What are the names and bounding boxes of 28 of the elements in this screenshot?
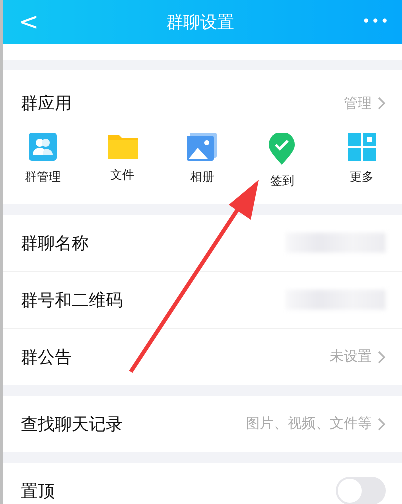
row-value: 未设置 — [330, 348, 372, 366]
chevron-icon — [378, 350, 386, 364]
page-title: 群聊设置 — [166, 12, 235, 34]
app-label[interactable]: 群管理 — [24, 169, 61, 186]
chevron-icon — [378, 97, 386, 110]
settings-row[interactable]: 群公告 未设置 — [3, 329, 402, 385]
settings-row[interactable]: 查找聊天记录 图片、视频、文件等 — [3, 396, 402, 452]
app-label[interactable]: 更多 — [350, 169, 374, 186]
app-label[interactable]: 相册 — [190, 169, 214, 186]
row-label: 群聊名称 — [21, 232, 89, 254]
app-label[interactable]: 签到 — [270, 173, 294, 190]
row-label: 置顶 — [21, 480, 55, 502]
row-value: 图片、视频、文件等 — [246, 415, 372, 433]
row-label: 群号和二维码 — [21, 290, 123, 312]
app-label[interactable]: 文件 — [110, 167, 135, 184]
settings-row[interactable]: 群聊名称 — [3, 215, 402, 272]
grid-icon — [348, 133, 376, 161]
people-icon — [28, 133, 57, 161]
chevron-icon — [378, 418, 386, 430]
settings-row[interactable]: 置顶 — [3, 463, 402, 504]
checkmark-pin-icon — [269, 133, 296, 165]
row-label: 群公告 — [21, 346, 72, 368]
section-title: 群应用 — [21, 93, 72, 115]
image-icon — [187, 133, 218, 161]
folder-icon — [108, 133, 138, 159]
settings-row[interactable]: 群号和二维码 — [3, 272, 402, 329]
toggle-switch[interactable] — [336, 477, 386, 504]
row-label: 查找聊天记录 — [21, 414, 123, 436]
